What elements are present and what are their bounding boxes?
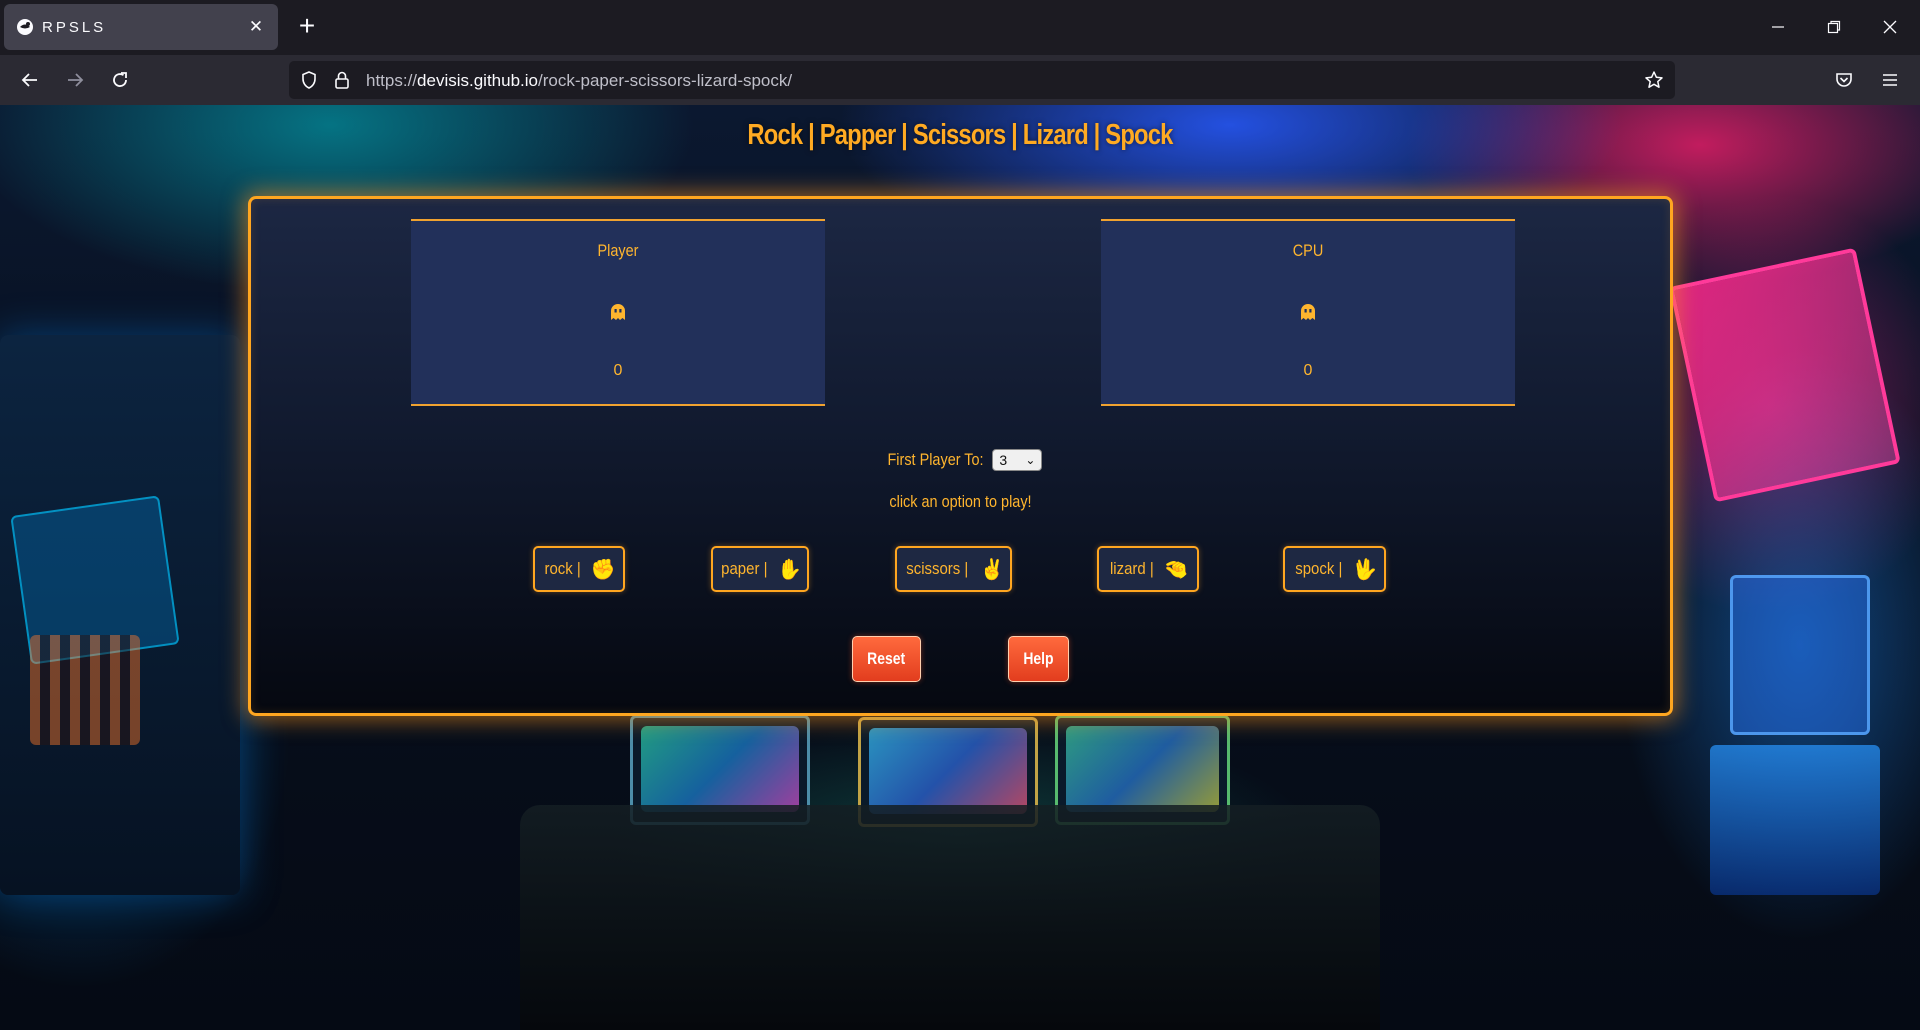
arcade-machine-right bbox=[1669, 245, 1920, 945]
rpsls-favicon-icon bbox=[17, 19, 33, 35]
first-player-to-row: First Player To: 3 ⌄ bbox=[251, 449, 1670, 471]
cpu-score: 0 bbox=[1303, 362, 1313, 379]
rock-button-label: rock | bbox=[544, 559, 582, 578]
lock-icon[interactable] bbox=[333, 70, 351, 90]
tab-close-icon[interactable]: ✕ bbox=[246, 17, 266, 37]
reset-button-label: Reset bbox=[867, 649, 906, 668]
forward-arrow-icon[interactable] bbox=[59, 64, 91, 96]
url-path: /rock-paper-scissors-lizard-spock/ bbox=[538, 71, 793, 90]
player-score-box: Player 0 bbox=[411, 219, 825, 406]
browser-nav-bar: https://devisis.github.io/rock-paper-sci… bbox=[0, 55, 1920, 105]
rock-button[interactable]: rock | ✊ bbox=[533, 546, 625, 592]
lizard-button[interactable]: lizard | 🤏 bbox=[1097, 546, 1199, 592]
cpu-ghost-icon bbox=[1301, 304, 1315, 320]
minimize-icon[interactable] bbox=[1758, 10, 1798, 44]
instructions-text: click an option to play! bbox=[889, 492, 1032, 511]
address-bar[interactable]: https://devisis.github.io/rock-paper-sci… bbox=[289, 61, 1675, 99]
chevron-down-icon: ⌄ bbox=[1025, 453, 1036, 467]
reload-icon[interactable] bbox=[104, 64, 136, 96]
reset-button[interactable]: Reset bbox=[852, 636, 921, 682]
tab-title: RPSLS bbox=[42, 18, 107, 36]
scissors-button[interactable]: scissors | ✌ bbox=[895, 546, 1012, 592]
chairs-silhouette bbox=[520, 805, 1380, 1030]
new-tab-icon[interactable]: + bbox=[292, 12, 322, 42]
player-ghost-icon bbox=[611, 304, 625, 320]
paper-button[interactable]: paper | ✋ bbox=[711, 546, 809, 592]
spock-button-label: spock | bbox=[1294, 559, 1343, 578]
cpu-label: CPU bbox=[1292, 241, 1324, 260]
first-player-to-value: 3 bbox=[999, 452, 1008, 468]
restore-icon[interactable] bbox=[1814, 10, 1854, 44]
first-player-to-select[interactable]: 3 ⌄ bbox=[992, 449, 1043, 471]
first-player-to-label: First Player To: bbox=[887, 450, 984, 469]
browser-tab[interactable]: RPSLS ✕ bbox=[4, 4, 278, 50]
scissors-button-label: scissors | bbox=[906, 559, 969, 578]
page-background: Rock | Papper | Scissors | Lizard | Spoc… bbox=[0, 105, 1920, 1030]
menu-icon[interactable] bbox=[1874, 64, 1906, 96]
cpu-score-box: CPU 0 bbox=[1101, 219, 1515, 406]
url-prefix: https:// bbox=[366, 71, 418, 90]
close-window-icon[interactable] bbox=[1870, 10, 1910, 44]
rock-hand-icon: ✊ bbox=[590, 558, 616, 581]
paper-hand-icon: ✋ bbox=[777, 558, 803, 581]
player-score: 0 bbox=[613, 362, 623, 379]
back-arrow-icon[interactable] bbox=[14, 64, 46, 96]
paper-button-label: paper | bbox=[720, 559, 768, 578]
url-text[interactable]: https://devisis.github.io/rock-paper-sci… bbox=[366, 71, 792, 91]
arcade-machine-left bbox=[0, 335, 240, 895]
lizard-button-label: lizard | bbox=[1110, 559, 1154, 578]
url-host: devisis.github.io bbox=[417, 71, 538, 90]
scissors-hand-icon: ✌ bbox=[979, 558, 1005, 581]
player-label: Player bbox=[597, 241, 639, 260]
browser-tab-bar: RPSLS ✕ + bbox=[0, 0, 1920, 55]
game-panel: Player 0 CPU 0 First Player To: 3 ⌄ click… bbox=[248, 196, 1673, 716]
lizard-hand-icon: 🤏 bbox=[1163, 558, 1189, 581]
help-button[interactable]: Help bbox=[1008, 636, 1069, 682]
bookmark-star-icon[interactable] bbox=[1644, 70, 1664, 90]
pocket-icon[interactable] bbox=[1828, 64, 1860, 96]
game-title: Rock | Papper | Scissors | Lizard | Spoc… bbox=[747, 119, 1173, 151]
spock-button[interactable]: spock | 🖖 bbox=[1283, 546, 1386, 592]
help-button-label: Help bbox=[1023, 649, 1054, 668]
shield-icon[interactable] bbox=[299, 70, 319, 90]
spock-hand-icon: 🖖 bbox=[1352, 558, 1378, 581]
